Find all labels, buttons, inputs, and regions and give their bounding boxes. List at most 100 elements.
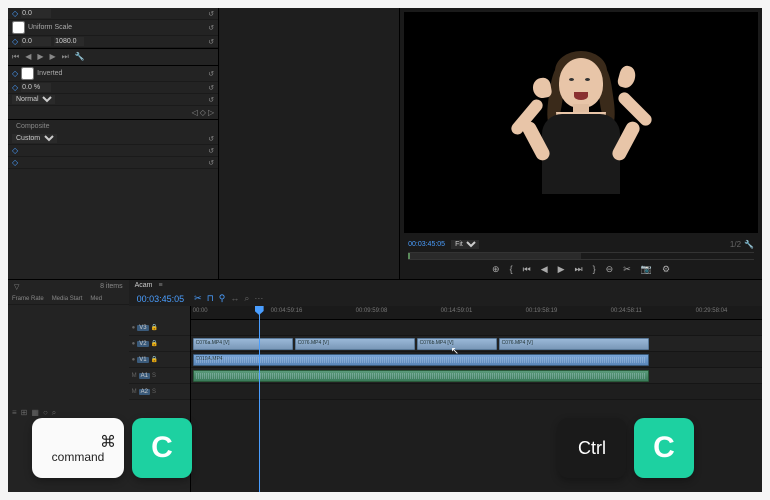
next-kf-icon[interactable]: ▷ [208,108,214,117]
track-a1[interactable] [191,368,762,384]
freeform-icon[interactable]: ▦ [31,408,39,418]
playhead[interactable] [259,306,260,492]
tool-icon[interactable]: ↔ [230,293,239,304]
goto-end-icon[interactable]: ⏭ [62,52,69,62]
track-header-a1[interactable]: MA1S [129,368,190,384]
keyframe-icon[interactable]: ◇ [12,146,18,155]
fit-select[interactable]: Fit [451,240,479,249]
reset-icon[interactable]: ↺ [208,24,214,32]
track-header-v2[interactable]: ●V2🔒 [129,336,190,352]
value-input[interactable] [54,37,84,46]
play-icon[interactable]: ▶ [558,264,565,275]
track-v1[interactable]: C019A.MP4 [191,352,762,368]
keyframe-icon[interactable]: ◇ [12,158,18,167]
tool-icon[interactable]: ⌕ [244,293,249,304]
mark-in-bracket-icon[interactable]: { [510,264,513,275]
lock-icon[interactable]: 🔒 [151,324,158,331]
marker-icon[interactable]: ⚲ [219,293,226,304]
lift-icon[interactable]: ✂ [623,264,631,275]
monitor-scrubber[interactable] [408,252,754,260]
time-ruler[interactable]: 00:00 00:04:59:16 00:09:59:08 00:14:59:0… [191,306,762,320]
toggle-icon[interactable]: ● [132,341,136,347]
top-panels: ◇↺ Uniform Scale↺ ◇↺ ⏮ ◀ ▶ ▶ ⏭ 🔧 ◇Invert… [8,8,762,279]
inverted-checkbox[interactable] [21,67,34,80]
wrench-icon[interactable]: 🔧 [744,240,754,249]
lock-icon[interactable]: 🔒 [151,340,158,347]
track-v2[interactable]: C076a.MP4 [V] C076.MP4 [V] C076b.MP4 [V]… [191,336,762,352]
effect-row: ◇↺ [8,8,218,20]
opacity-input[interactable] [21,83,51,92]
col-mediastart[interactable]: Media Start [52,296,83,302]
reset-icon[interactable]: ↺ [208,70,214,78]
effect-row: Normal ↺ [8,94,218,106]
command-symbol-icon: ⌘ [100,432,116,452]
toggle-icon[interactable]: ● [132,357,136,363]
add-kf-icon[interactable]: ◇ [200,108,206,117]
settings-icon[interactable]: ⋯ [254,293,263,304]
mute-icon[interactable]: M [132,389,137,395]
reset-icon[interactable]: ↺ [208,147,214,155]
col-media[interactable]: Med [90,296,102,302]
track-header-v3[interactable]: ●V3🔒 [129,320,190,336]
list-view-icon[interactable]: ≡ [12,408,17,418]
reset-icon[interactable]: ↺ [208,10,214,18]
cursor-icon: ↖ [451,346,459,357]
mark-out-icon[interactable]: ⊖ [606,264,614,275]
mark-out-bracket-icon[interactable]: } [593,264,596,275]
sequence-tab[interactable]: Acam [135,282,153,289]
reset-icon[interactable]: ↺ [208,135,214,143]
lock-icon[interactable]: 🔒 [151,356,158,363]
settings-icon[interactable]: ⚙ [662,264,670,275]
sort-icon[interactable]: ○ [43,408,48,418]
keyframe-icon[interactable]: ◇ [12,37,18,46]
step-back-icon[interactable]: ◀ [25,52,31,62]
video-clip[interactable]: C076a.MP4 [V] [193,338,293,350]
tab-close-icon[interactable]: ≡ [159,282,163,289]
audio-clip[interactable] [193,370,649,382]
value-input[interactable] [21,9,51,18]
track-header-v1[interactable]: ●V1🔒 [129,352,190,368]
reset-icon[interactable]: ↺ [208,159,214,167]
keyframe-icon[interactable]: ◇ [12,69,18,78]
snap-icon[interactable]: ✂ [194,293,202,304]
reset-icon[interactable]: ↺ [208,84,214,92]
col-framerate[interactable]: Frame Rate [12,296,44,302]
video-preview[interactable] [404,12,758,233]
filter-icon[interactable]: ▽ [14,283,19,291]
video-clip[interactable]: C076.MP4 [V] [499,338,649,350]
goto-start-icon[interactable]: ⏮ [523,264,531,275]
mute-icon[interactable]: M [132,373,137,379]
goto-start-icon[interactable]: ⏮ [12,52,19,62]
track-header-a2[interactable]: MA2S [129,384,190,400]
step-fwd-icon[interactable]: ▶ [50,52,56,62]
track-a2[interactable] [191,384,762,400]
blend-select[interactable]: Normal [12,95,55,104]
goto-end-icon[interactable]: ⏭ [575,264,583,275]
uniform-checkbox[interactable] [12,21,25,34]
solo-icon[interactable]: S [152,389,156,395]
icon-view-icon[interactable]: ⊞ [21,408,28,418]
reset-icon[interactable]: ↺ [208,38,214,46]
play-icon[interactable]: ▶ [37,52,43,62]
wrench-icon[interactable]: 🔧 [75,52,85,62]
custom-select[interactable]: Custom [12,134,57,143]
search-icon[interactable]: ⌕ [52,408,56,418]
video-clip[interactable]: C076.MP4 [V] [295,338,415,350]
keyframe-icon[interactable]: ◇ [12,9,18,18]
tab-composite[interactable]: Composite [16,123,49,130]
timeline-timecode[interactable]: 00:03:45:05 [137,294,185,304]
toggle-icon[interactable]: ● [132,325,136,331]
reset-icon[interactable]: ↺ [208,96,214,104]
video-clip[interactable]: C019A.MP4 [193,354,649,366]
keyframe-icon[interactable]: ◇ [12,83,18,92]
res-select[interactable]: 1/2 [730,240,741,249]
solo-icon[interactable]: S [152,373,156,379]
mark-in-icon[interactable]: ⊕ [492,264,500,275]
effect-row: ◇↺ [8,82,218,94]
track-v3[interactable] [191,320,762,336]
export-frame-icon[interactable]: 📷 [641,264,652,275]
step-back-icon[interactable]: ◀ [541,264,548,275]
prev-kf-icon[interactable]: ◁ [192,108,198,117]
link-icon[interactable]: ⊓ [207,293,214,304]
value-input[interactable] [21,37,51,46]
